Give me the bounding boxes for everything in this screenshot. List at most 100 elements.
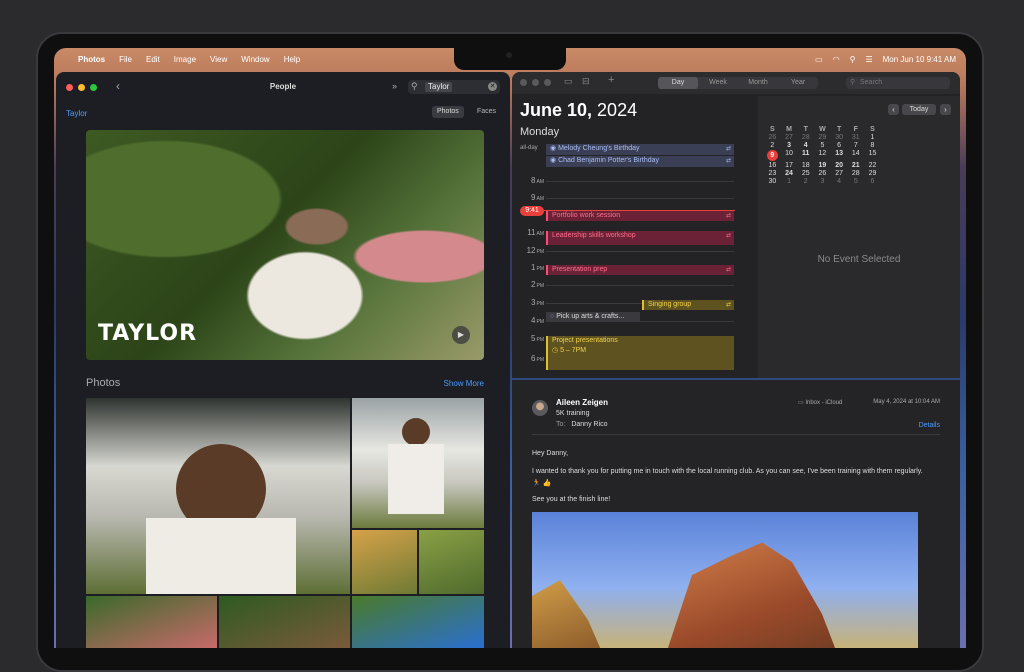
mini-calendar-day[interactable]: 7 — [847, 142, 864, 149]
mini-calendar-day[interactable]: 24 — [781, 170, 798, 177]
spotlight-icon[interactable]: ⚲ — [850, 55, 856, 64]
calendar-event[interactable]: ○ Pick up arts & crafts... — [546, 312, 640, 322]
tab-photos[interactable]: Photos — [432, 106, 464, 118]
mini-calendar-day[interactable]: 13 — [831, 150, 848, 161]
mini-calendar-day[interactable]: 26 — [814, 170, 831, 177]
menu-app-name[interactable]: Photos — [78, 55, 105, 64]
photo-thumbnail[interactable] — [419, 530, 484, 594]
mini-calendar-day[interactable]: 27 — [781, 134, 798, 141]
mini-calendar-day[interactable]: 31 — [847, 134, 864, 141]
mini-calendar-day[interactable]: 1 — [781, 178, 798, 185]
tab-year[interactable]: Year — [778, 77, 818, 89]
mini-calendar-day[interactable]: 17 — [781, 162, 798, 169]
mini-calendar-day[interactable]: 10 — [781, 150, 798, 161]
key-photo[interactable]: TAYLOR ▶ — [86, 130, 484, 360]
tab-day[interactable]: Day — [658, 77, 698, 89]
photo-thumbnail[interactable] — [86, 596, 217, 648]
tab-faces[interactable]: Faces — [472, 106, 501, 118]
allday-event[interactable]: ◉ Chad Benjamin Potter's Birthday ⇄ — [546, 156, 734, 167]
mini-calendar-day[interactable]: 26 — [764, 134, 781, 141]
recipient-name[interactable]: Danny Rico — [571, 421, 607, 428]
allday-event[interactable]: ◉ Melody Cheung's Birthday ⇄ — [546, 144, 734, 155]
mini-calendar-day[interactable]: 16 — [764, 162, 781, 169]
show-more-link[interactable]: Show More — [444, 379, 484, 388]
email-attached-photo[interactable] — [532, 512, 918, 648]
next-month-icon[interactable]: › — [940, 104, 951, 115]
menu-image[interactable]: Image — [174, 55, 196, 64]
event-title: Project presentations — [552, 337, 618, 344]
mini-calendar-day[interactable]: 1 — [864, 134, 881, 141]
mini-calendar-day[interactable]: 22 — [864, 162, 881, 169]
calendar-event[interactable]: Presentation prep ⇄ — [546, 265, 734, 275]
mini-calendar-day[interactable]: 23 — [764, 170, 781, 177]
mini-calendar-day[interactable]: 3 — [781, 142, 798, 149]
details-link[interactable]: Details — [919, 422, 940, 429]
mini-calendar-day[interactable]: 21 — [847, 162, 864, 169]
mini-calendar-day[interactable]: 12 — [814, 150, 831, 161]
mini-calendar-day[interactable]: 14 — [847, 150, 864, 161]
today-button[interactable]: Today — [902, 104, 936, 115]
menu-view[interactable]: View — [210, 55, 227, 64]
mini-calendar-day[interactable]: 5 — [847, 178, 864, 185]
mini-calendar-day[interactable]: 18 — [797, 162, 814, 169]
mini-calendar-day[interactable]: 11 — [797, 150, 814, 161]
calendar-event[interactable]: Project presentations ◷ 5 – 7PM — [546, 336, 734, 370]
menu-clock[interactable]: Mon Jun 10 9:41 AM — [883, 55, 956, 64]
mini-calendar-day[interactable]: 8 — [864, 142, 881, 149]
photo-thumbnail[interactable] — [352, 596, 484, 648]
mini-calendar-day[interactable]: 20 — [831, 162, 848, 169]
control-center-icon[interactable]: ☰ — [865, 55, 872, 64]
mini-calendar-day[interactable]: 2 — [797, 178, 814, 185]
mini-calendar-day[interactable]: 6 — [864, 178, 881, 185]
mini-calendar-day[interactable]: 27 — [831, 170, 848, 177]
menu-edit[interactable]: Edit — [146, 55, 160, 64]
mini-calendar-day[interactable]: 15 — [864, 150, 881, 161]
minimize-button[interactable] — [532, 79, 539, 86]
menu-window[interactable]: Window — [241, 55, 269, 64]
mini-calendar-day[interactable]: 29 — [814, 134, 831, 141]
calendars-sidebar-icon[interactable]: ▭ — [564, 76, 573, 87]
photo-thumbnail[interactable] — [352, 398, 484, 528]
camera-notch — [454, 48, 566, 70]
zoom-button[interactable] — [544, 79, 551, 86]
mini-calendar-day[interactable]: 4 — [831, 178, 848, 185]
add-event-icon[interactable]: + — [608, 74, 614, 86]
mini-calendar-day[interactable]: 5 — [814, 142, 831, 149]
mini-calendar-day[interactable]: 29 — [864, 170, 881, 177]
mini-calendar-day[interactable]: 6 — [831, 142, 848, 149]
mini-calendar-day[interactable]: 28 — [797, 134, 814, 141]
calendar-event[interactable]: Leadership skills workshop ⇄ — [546, 231, 734, 245]
photo-thumbnail[interactable] — [86, 398, 350, 594]
weekday-header: T — [836, 126, 842, 133]
mini-calendar-day[interactable]: 2 — [764, 142, 781, 149]
menu-help[interactable]: Help — [284, 55, 300, 64]
previous-month-icon[interactable]: ‹ — [888, 104, 899, 115]
inbox-icon[interactable]: ⊟ — [582, 76, 590, 87]
tab-month[interactable]: Month — [738, 77, 778, 89]
mini-calendar-day[interactable]: 30 — [831, 134, 848, 141]
calendar-event[interactable]: Portfolio work session ⇄ — [546, 211, 734, 221]
menu-file[interactable]: File — [119, 55, 132, 64]
mini-calendar-day[interactable]: 30 — [764, 178, 781, 185]
photo-thumbnail[interactable] — [352, 530, 417, 594]
breadcrumb[interactable]: Taylor — [66, 109, 87, 118]
sidebar-expand-icon[interactable]: » — [392, 81, 397, 91]
play-icon[interactable]: ▶ — [452, 326, 470, 344]
mini-calendar-day[interactable]: 4 — [797, 142, 814, 149]
mini-calendar-day[interactable]: 9 — [766, 150, 778, 161]
calendar-event[interactable]: Singing group ⇄ — [642, 300, 734, 310]
calendar-search-input[interactable]: ⚲ Search — [846, 77, 950, 89]
photo-thumbnail[interactable] — [219, 596, 350, 648]
mini-calendar-day[interactable]: 28 — [847, 170, 864, 177]
battery-icon[interactable]: ▭ — [815, 55, 823, 64]
repeat-icon: ⇄ — [725, 158, 731, 164]
mini-calendar-day[interactable]: 19 — [814, 162, 831, 169]
mini-calendar-day[interactable]: 3 — [814, 178, 831, 185]
search-field[interactable]: ⚲ Taylor ✕ — [408, 80, 500, 94]
mini-calendar-day[interactable]: 25 — [797, 170, 814, 177]
wifi-icon[interactable]: ◠ — [833, 55, 840, 64]
sender-name: Aileen Zeigen — [556, 398, 609, 407]
clear-search-icon[interactable]: ✕ — [488, 82, 497, 91]
close-button[interactable] — [520, 79, 527, 86]
tab-week[interactable]: Week — [698, 77, 738, 89]
